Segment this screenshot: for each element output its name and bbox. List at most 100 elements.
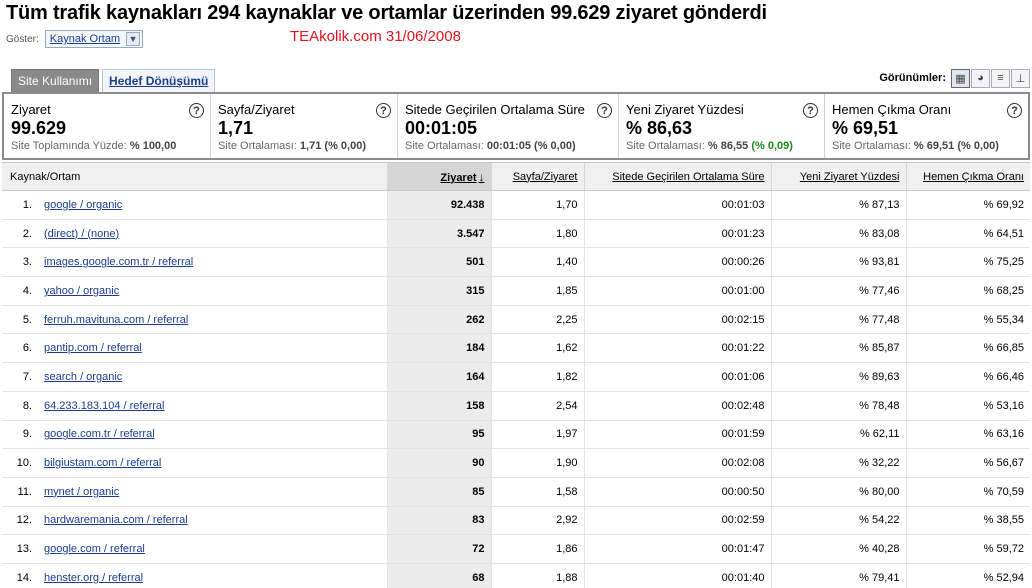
source-medium-link[interactable]: ferruh.mavituna.com / referral	[44, 314, 188, 326]
table-row: 14. henster.org / referral 68 1,88 00:01:40%…	[2, 563, 1030, 588]
source-medium-link[interactable]: google.com / referral	[44, 543, 145, 555]
cell-bounce-rate: % 56,67	[905, 448, 1030, 478]
tab-site-usage[interactable]: Site Kullanımı	[11, 69, 100, 92]
cell-bounce-rate: % 59,72	[905, 534, 1030, 564]
row-index: 1.	[2, 190, 42, 220]
view-switcher: Görünümler: ▦ ◕ ≡ ⊥	[879, 68, 1030, 88]
cell-pages-per-visit: 1,97	[490, 420, 584, 450]
cell-bounce-rate: % 63,16	[905, 420, 1030, 450]
table-icon[interactable]: ▦	[951, 68, 970, 88]
row-index: 14.	[2, 563, 42, 588]
cell-bounce-rate: % 64,51	[905, 219, 1030, 249]
metric-sub: Site Ortalaması: % 69,51 (% 0,00)	[832, 140, 999, 152]
table-row: 7. search / organic 164 1,82 00:01:06% 89,63…	[2, 362, 1030, 392]
cell-visits: 164	[386, 362, 491, 392]
table-row: 10. bilgiustam.com / referral 90 1,90 00:02:…	[2, 448, 1030, 478]
table-body: 1. google / organic 92.438 1,70 00:01:03% 87…	[2, 190, 1030, 588]
cell-visits: 184	[386, 333, 491, 364]
dimension-select[interactable]: Kaynak Ortam ▼	[44, 30, 144, 48]
cell-pages-per-visit: 1,86	[490, 534, 584, 564]
cell-new-visits: % 40,28	[770, 534, 906, 564]
table-header-row: Kaynak/Ortam Ziyaret ↓ Sayfa/Ziyaret Site…	[2, 162, 1030, 191]
cell-avg-time: 00:01:00	[583, 276, 771, 306]
metric-name: Yeni Ziyaret Yüzdesi	[626, 102, 744, 117]
cell-visits: 262	[386, 305, 491, 335]
cell-pages-per-visit: 1,62	[490, 333, 584, 364]
source-medium-link[interactable]: google.com.tr / referral	[44, 428, 155, 440]
cell-visits: 315	[386, 276, 491, 306]
bar-chart-icon[interactable]: ≡	[991, 68, 1010, 88]
cell-pages-per-visit: 1,82	[490, 362, 584, 392]
table-row: 6. pantip.com / referral 184 1,62 00:01:22% …	[2, 333, 1030, 364]
cell-pages-per-visit: 1,88	[490, 563, 584, 588]
cell-source-medium: ferruh.mavituna.com / referral	[42, 305, 387, 335]
row-index: 3.	[2, 247, 42, 278]
cell-new-visits: % 77,48	[770, 305, 906, 335]
cell-avg-time: 00:02:08	[583, 448, 771, 478]
cell-avg-time: 00:01:23	[583, 219, 771, 249]
row-index: 13.	[2, 534, 42, 564]
metric-pages-per-visit: Sayfa/Ziyaret 1,71 Site Ortalaması: 1,71…	[211, 94, 398, 158]
source-medium-link[interactable]: (direct) / (none)	[44, 228, 119, 240]
column-header-visits[interactable]: Ziyaret ↓	[386, 162, 491, 191]
comparison-icon[interactable]: ⊥	[1011, 68, 1030, 88]
help-icon[interactable]: ?	[803, 103, 818, 118]
cell-visits: 158	[386, 391, 491, 421]
chevron-down-icon[interactable]: ▼	[126, 32, 141, 46]
source-medium-link[interactable]: yahoo / organic	[44, 285, 119, 297]
help-icon[interactable]: ?	[597, 103, 612, 118]
cell-visits: 90	[386, 448, 491, 478]
column-header-pages-per-visit[interactable]: Sayfa/Ziyaret	[490, 162, 584, 191]
help-icon[interactable]: ?	[1007, 103, 1022, 118]
cell-avg-time: 00:01:06	[583, 362, 771, 392]
cell-bounce-rate: % 70,59	[905, 477, 1030, 507]
row-index: 9.	[2, 420, 42, 450]
source-medium-link[interactable]: bilgiustam.com / referral	[44, 457, 161, 469]
cell-avg-time: 00:01:40	[583, 563, 771, 588]
cell-new-visits: % 83,08	[770, 219, 906, 249]
help-icon[interactable]: ?	[189, 103, 204, 118]
source-medium-link[interactable]: search / organic	[44, 371, 122, 383]
metric-sub: Site Ortalaması: % 86,55 (% 0,09)	[626, 140, 793, 152]
cell-new-visits: % 78,48	[770, 391, 906, 421]
cell-source-medium: google.com.tr / referral	[42, 420, 387, 450]
cell-avg-time: 00:00:26	[583, 247, 771, 278]
source-medium-link[interactable]: hardwaremania.com / referral	[44, 514, 188, 526]
table-row: 5. ferruh.mavituna.com / referral 262 2,25 0…	[2, 305, 1030, 335]
table-row: 1. google / organic 92.438 1,70 00:01:03% 87…	[2, 190, 1030, 220]
cell-bounce-rate: % 55,34	[905, 305, 1030, 335]
cell-avg-time: 00:02:15	[583, 305, 771, 335]
cell-pages-per-visit: 1,90	[490, 448, 584, 478]
tab-goal-conversion[interactable]: Hedef Dönüşümü	[102, 69, 216, 92]
row-index: 4.	[2, 276, 42, 306]
cell-new-visits: % 77,46	[770, 276, 906, 306]
help-icon[interactable]: ?	[376, 103, 391, 118]
cell-pages-per-visit: 2,25	[490, 305, 584, 335]
cell-visits: 83	[386, 506, 491, 536]
cell-source-medium: pantip.com / referral	[42, 333, 387, 364]
cell-source-medium: google.com / referral	[42, 534, 387, 564]
cell-source-medium: henster.org / referral	[42, 563, 387, 588]
metric-bounce-rate: Hemen Çıkma Oranı % 69,51 Site Ortalamas…	[825, 94, 1028, 158]
source-medium-link[interactable]: mynet / organic	[44, 486, 119, 498]
column-header-source: Kaynak/Ortam	[2, 162, 387, 191]
metric-new-visits: Yeni Ziyaret Yüzdesi % 86,63 Site Ortala…	[619, 94, 825, 158]
column-header-new-visits[interactable]: Yeni Ziyaret Yüzdesi	[770, 162, 906, 191]
watermark-text: TEAkolik.com 31/06/2008	[290, 28, 461, 45]
cell-visits: 68	[386, 563, 491, 588]
pie-chart-icon[interactable]: ◕	[971, 68, 990, 88]
cell-bounce-rate: % 66,46	[905, 362, 1030, 392]
source-medium-link[interactable]: images.google.com.tr / referral	[44, 256, 193, 268]
cell-bounce-rate: % 75,25	[905, 247, 1030, 278]
table-row: 12. hardwaremania.com / referral 83 2,92 00:…	[2, 506, 1030, 536]
source-medium-link[interactable]: pantip.com / referral	[44, 342, 142, 354]
show-selector-row: Göster: Kaynak Ortam ▼	[6, 30, 144, 48]
source-medium-link[interactable]: google / organic	[44, 199, 122, 211]
column-header-bounce-rate[interactable]: Hemen Çıkma Oranı	[905, 162, 1030, 191]
cell-avg-time: 00:01:22	[583, 333, 771, 364]
metric-sub: Site Toplamında Yüzde: % 100,00	[11, 140, 177, 152]
source-medium-link[interactable]: 64.233.183.104 / referral	[44, 400, 164, 412]
source-medium-link[interactable]: henster.org / referral	[44, 572, 143, 584]
column-header-avg-time[interactable]: Sitede Geçirilen Ortalama Süre	[583, 162, 771, 191]
metric-name: Hemen Çıkma Oranı	[832, 102, 952, 117]
